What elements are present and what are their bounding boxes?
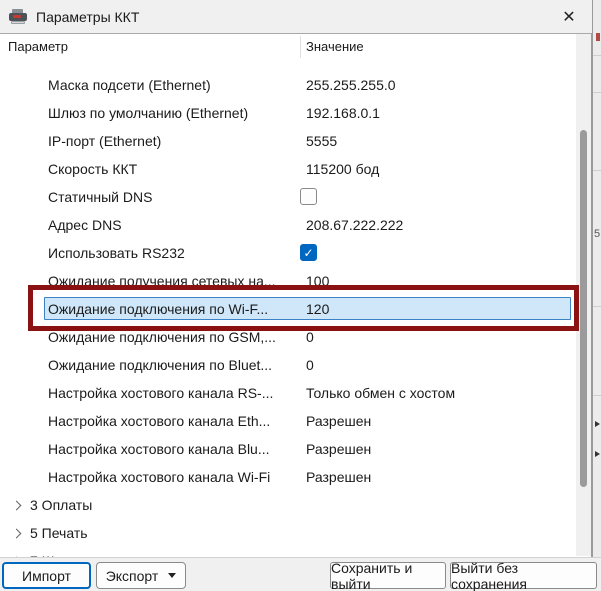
background-fragment [595,421,600,427]
row-label: Настройка хостового канала Wi-Fi [48,463,270,491]
row-label: Шлюз по умолчанию (Ethernet) [48,99,248,127]
row-label: Ожидание подключения по Bluet... [48,351,272,379]
row-label: Использовать RS232 [48,239,185,267]
row-value: 0 [306,351,314,379]
chevron-right-icon[interactable] [12,501,22,511]
column-header-value: Значение [306,34,364,60]
import-button[interactable]: Импорт [2,562,91,589]
table-row[interactable]: Ожидание подключения по Bluet... 0 [0,351,590,379]
dropdown-caret-icon [168,573,176,578]
row-value: 208.67.222.222 [306,211,403,239]
table-row[interactable]: Адрес DNS 208.67.222.222 [0,211,590,239]
titlebar: Параметры ККТ ✕ [0,0,592,33]
table-row[interactable]: Настройка хостового канала Blu... Разреше… [0,435,590,463]
background-fragment [593,55,601,56]
chevron-right-icon[interactable] [12,529,22,539]
column-separator [300,36,301,58]
tree-group-row[interactable]: 7 Ш... [0,547,590,557]
printer-icon [9,9,27,24]
row-label: Маска подсети (Ethernet) [48,71,211,99]
row-value: Разрешен [306,463,371,491]
table-row[interactable]: IP-порт (Ethernet) 5555 [0,127,590,155]
row-label: 3 Оплаты [30,491,92,519]
row-value: 120 [306,295,329,323]
background-fragment [595,451,600,457]
column-header-parameter: Параметр [8,34,68,60]
checkbox-unchecked[interactable] [300,188,317,205]
close-button[interactable]: ✕ [557,5,581,29]
row-value: 192.168.0.1 [306,99,380,127]
row-value: 0 [306,323,314,351]
row-value: 115200 бод [306,155,379,183]
row-label: Настройка хостового канала Eth... [48,407,270,435]
background-fragment [593,395,601,396]
footer-bar: Импорт Экспорт Сохранить и выйти Выйти б… [0,557,601,591]
table-header: Параметр Значение [0,34,591,60]
row-value: Разрешен [306,435,371,463]
background-fragment [596,33,600,41]
parameters-table: Параметр Значение Маска подсети (Etherne… [0,33,592,557]
background-fragment [593,306,601,307]
tree-group-row[interactable]: 3 Оплаты [0,491,590,519]
table-row[interactable]: Маска подсети (Ethernet) 255.255.255.0 [0,71,590,99]
row-label: Скорость ККТ [48,155,137,183]
table-row[interactable]: Ожидание подключения по Wi-F... 120 [0,295,590,323]
table-row[interactable]: Настройка хостового канала Eth... Разреше… [0,407,590,435]
table-row[interactable]: Настройка хостового канала Wi-Fi Разрешен [0,463,590,491]
row-value: 100 [306,267,329,295]
row-label: 7 Ш... [30,547,66,557]
export-button-label: Экспорт [106,568,159,584]
table-row[interactable]: Использовать RS232 ✓ [0,239,590,267]
row-value: 5555 [306,127,337,155]
kkt-parameters-dialog: 5 Параметры ККТ ✕ Параметр Значение Маск… [0,0,601,591]
row-label: Настройка хостового канала Blu... [48,435,270,463]
row-value: 255.255.255.0 [306,71,396,99]
table-row[interactable]: Ожидание получения сетевых на... 100 [0,267,590,295]
import-button-label: Импорт [22,568,71,584]
window-title: Параметры ККТ [36,9,139,25]
row-value: Только обмен с хостом [306,379,455,407]
save-and-exit-label: Сохранить и выйти [331,560,445,591]
row-label: Статичный DNS [48,183,152,211]
checkbox-checked[interactable]: ✓ [300,244,317,261]
export-button[interactable]: Экспорт [96,562,186,589]
row-label: 5 Печать [30,519,88,547]
row-label: Ожидание подключения по Wi-F... [48,295,268,323]
exit-without-saving-button[interactable]: Выйти без сохранения [450,562,597,589]
table-row[interactable]: Ожидание подключения по GSM,... 0 [0,323,590,351]
table-row[interactable]: Настройка хостового канала RS-... Только … [0,379,590,407]
table-row[interactable]: Скорость ККТ 115200 бод [0,155,590,183]
background-fragment [593,170,601,171]
background-window-sliver: 5 [592,0,601,557]
tree-group-row[interactable]: 5 Печать [0,519,590,547]
table-row[interactable]: Шлюз по умолчанию (Ethernet) 192.168.0.1 [0,99,590,127]
exit-without-saving-label: Выйти без сохранения [451,560,596,591]
row-label: Настройка хостового канала RS-... [48,379,273,407]
row-label: Ожидание подключения по GSM,... [48,323,276,351]
background-fragment [593,92,601,93]
row-label: Адрес DNS [48,211,122,239]
table-row[interactable]: Статичный DNS [0,183,590,211]
row-label: Ожидание получения сетевых на... [48,267,276,295]
row-value: Разрешен [306,407,371,435]
background-text-fragment: 5 [594,228,600,240]
save-and-exit-button[interactable]: Сохранить и выйти [330,562,446,589]
row-label: IP-порт (Ethernet) [48,127,161,155]
scrollbar-thumb[interactable] [580,130,587,487]
